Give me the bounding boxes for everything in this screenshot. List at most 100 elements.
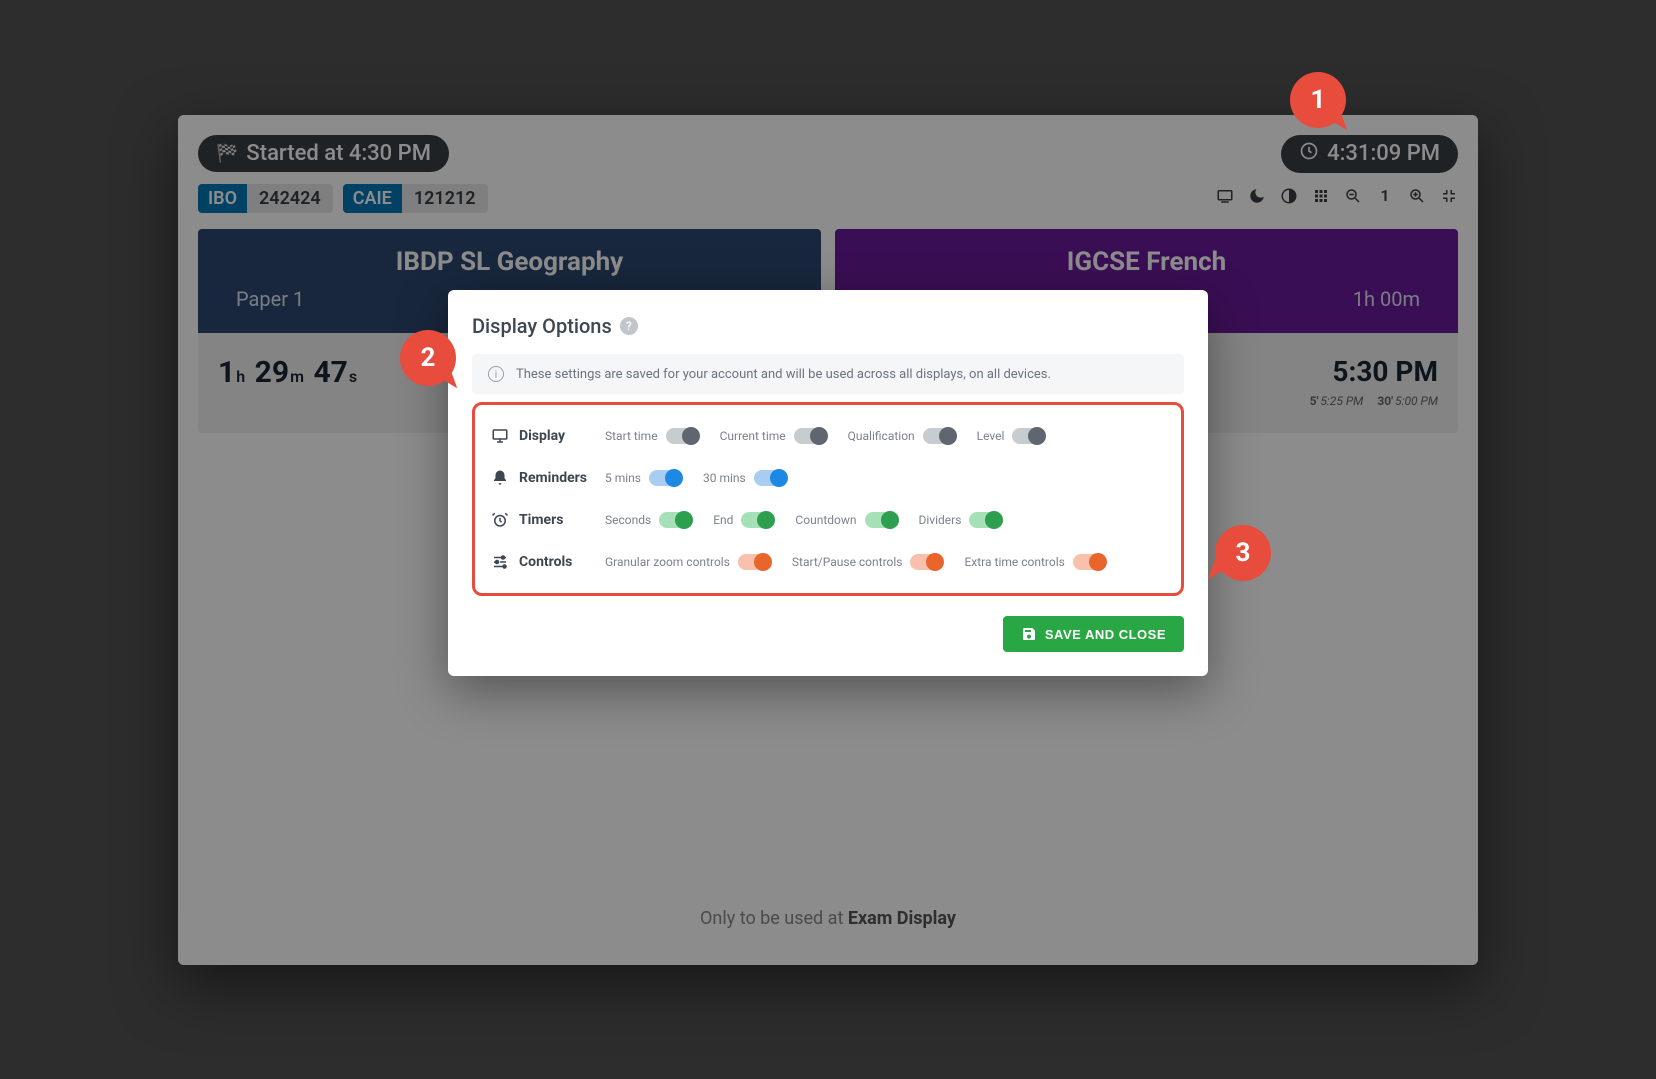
- option-item: Start/Pause controls: [792, 554, 943, 570]
- end-time-value: 5:30 PM: [1310, 355, 1438, 388]
- option-label: End: [713, 513, 733, 527]
- modal-footer: SAVE AND CLOSE: [472, 616, 1184, 652]
- option-label: Extra time controls: [964, 555, 1064, 569]
- callout-3: 3: [1215, 525, 1271, 581]
- contrast-icon[interactable]: [1280, 187, 1298, 205]
- option-item: Countdown: [795, 512, 896, 528]
- option-label: Level: [977, 429, 1005, 443]
- info-icon: i: [488, 366, 504, 382]
- option-label: Current time: [720, 429, 786, 443]
- option-items: Granular zoom controls Start/Pause contro…: [605, 554, 1105, 570]
- end-time: 5:30 PM 5'5:25 PM 30'5:00 PM: [1310, 355, 1438, 408]
- info-banner: i These settings are saved for your acco…: [472, 354, 1184, 394]
- option-item: Qualification: [848, 428, 955, 444]
- options-highlight-box: Display Start time Current time Qualificati…: [472, 402, 1184, 596]
- toggle-switch[interactable]: [865, 512, 897, 528]
- toggle-switch[interactable]: [666, 428, 698, 444]
- exam-title: IBDP SL Geography: [218, 247, 801, 277]
- toggle-switch[interactable]: [910, 554, 942, 570]
- toggle-switch[interactable]: [741, 512, 773, 528]
- footer-text: Only to be used at Exam Display: [178, 908, 1478, 929]
- option-item: Granular zoom controls: [605, 554, 770, 570]
- callout-1: 1: [1290, 72, 1346, 128]
- fullscreen-exit-icon[interactable]: [1440, 187, 1458, 205]
- zoom-in-icon[interactable]: [1408, 187, 1426, 205]
- option-label: Seconds: [605, 513, 651, 527]
- option-label: Countdown: [795, 513, 856, 527]
- option-label: Start/Pause controls: [792, 555, 903, 569]
- option-label: Qualification: [848, 429, 915, 443]
- option-row-reminders: Reminders 5 mins 30 mins: [485, 457, 1171, 499]
- toggle-switch[interactable]: [754, 470, 786, 486]
- toggle-switch[interactable]: [923, 428, 955, 444]
- started-pill: 🏁 Started at 4:30 PM: [198, 135, 449, 172]
- option-item: Level: [977, 428, 1045, 444]
- bell-icon: [491, 469, 509, 487]
- dark-mode-icon[interactable]: [1248, 187, 1266, 205]
- zoom-out-icon[interactable]: [1344, 187, 1362, 205]
- option-item: 5 mins: [605, 470, 681, 486]
- tool-icons: 1: [1216, 187, 1458, 205]
- clock-icon: [1299, 141, 1319, 167]
- callout-2: 2: [400, 330, 456, 386]
- option-item: Current time: [720, 428, 826, 444]
- row-label-text: Display: [519, 428, 565, 444]
- end-time-extras: 5'5:25 PM 30'5:00 PM: [1310, 394, 1438, 408]
- toggle-switch[interactable]: [794, 428, 826, 444]
- option-items: Seconds End Countdown Dividers: [605, 512, 1001, 528]
- option-label: Start time: [605, 429, 658, 443]
- option-row-label: Reminders: [491, 469, 591, 487]
- option-item: Extra time controls: [964, 554, 1104, 570]
- code-label: CAIE: [343, 184, 402, 213]
- save-and-close-button[interactable]: SAVE AND CLOSE: [1003, 616, 1184, 652]
- code-value: 121212: [402, 184, 488, 213]
- row-label-text: Timers: [519, 512, 563, 528]
- option-row-timers: Timers Seconds End Countdown Dividers: [485, 499, 1171, 541]
- display-options-icon[interactable]: [1216, 187, 1234, 205]
- code-chip-ibo: IBO 242424: [198, 184, 333, 213]
- option-label: 30 mins: [703, 471, 746, 485]
- top-bar-left: 🏁 Started at 4:30 PM IBO 242424 CAIE 121…: [198, 135, 488, 213]
- option-item: End: [713, 512, 773, 528]
- row-label-text: Controls: [519, 554, 572, 570]
- option-item: 30 mins: [703, 470, 786, 486]
- top-bar-right: 4:31:09 PM 1: [1216, 135, 1458, 205]
- option-items: 5 mins 30 mins: [605, 470, 786, 486]
- code-value: 242424: [247, 184, 333, 213]
- top-bar: 🏁 Started at 4:30 PM IBO 242424 CAIE 121…: [198, 135, 1458, 213]
- toggle-switch[interactable]: [649, 470, 681, 486]
- clock-pill: 4:31:09 PM: [1281, 135, 1458, 173]
- display-options-modal: Display Options ? i These settings are s…: [448, 290, 1208, 676]
- toggle-switch[interactable]: [969, 512, 1001, 528]
- option-item: Seconds: [605, 512, 691, 528]
- code-chip-caie: CAIE 121212: [343, 184, 488, 213]
- countdown: 1h 29m 47s: [218, 355, 359, 390]
- option-row-controls: Controls Granular zoom controls Start/Paus…: [485, 541, 1171, 583]
- option-row-display: Display Start time Current time Qualificati…: [485, 415, 1171, 457]
- option-label: Granular zoom controls: [605, 555, 730, 569]
- exam-title: IGCSE French: [855, 247, 1438, 277]
- started-label: Started at 4:30 PM: [246, 141, 431, 166]
- option-row-label: Display: [491, 427, 591, 445]
- info-text: These settings are saved for your accoun…: [516, 367, 1051, 382]
- exam-paper: Paper 1: [236, 287, 304, 311]
- grid-icon[interactable]: [1312, 187, 1330, 205]
- help-icon[interactable]: ?: [620, 317, 638, 335]
- toggle-switch[interactable]: [1012, 428, 1044, 444]
- toggle-switch[interactable]: [1073, 554, 1105, 570]
- option-item: Start time: [605, 428, 698, 444]
- flag-icon: 🏁: [216, 143, 238, 164]
- option-label: Dividers: [919, 513, 962, 527]
- option-item: Dividers: [919, 512, 1002, 528]
- monitor-icon: [491, 427, 509, 445]
- row-label-text: Reminders: [519, 470, 587, 486]
- toggle-switch[interactable]: [659, 512, 691, 528]
- option-items: Start time Current time Qualification Level: [605, 428, 1044, 444]
- option-label: 5 mins: [605, 471, 641, 485]
- alarm-icon: [491, 511, 509, 529]
- toggle-switch[interactable]: [738, 554, 770, 570]
- option-row-label: Timers: [491, 511, 591, 529]
- clock-time: 4:31:09 PM: [1327, 141, 1440, 166]
- sliders-icon: [491, 553, 509, 571]
- code-label: IBO: [198, 184, 247, 213]
